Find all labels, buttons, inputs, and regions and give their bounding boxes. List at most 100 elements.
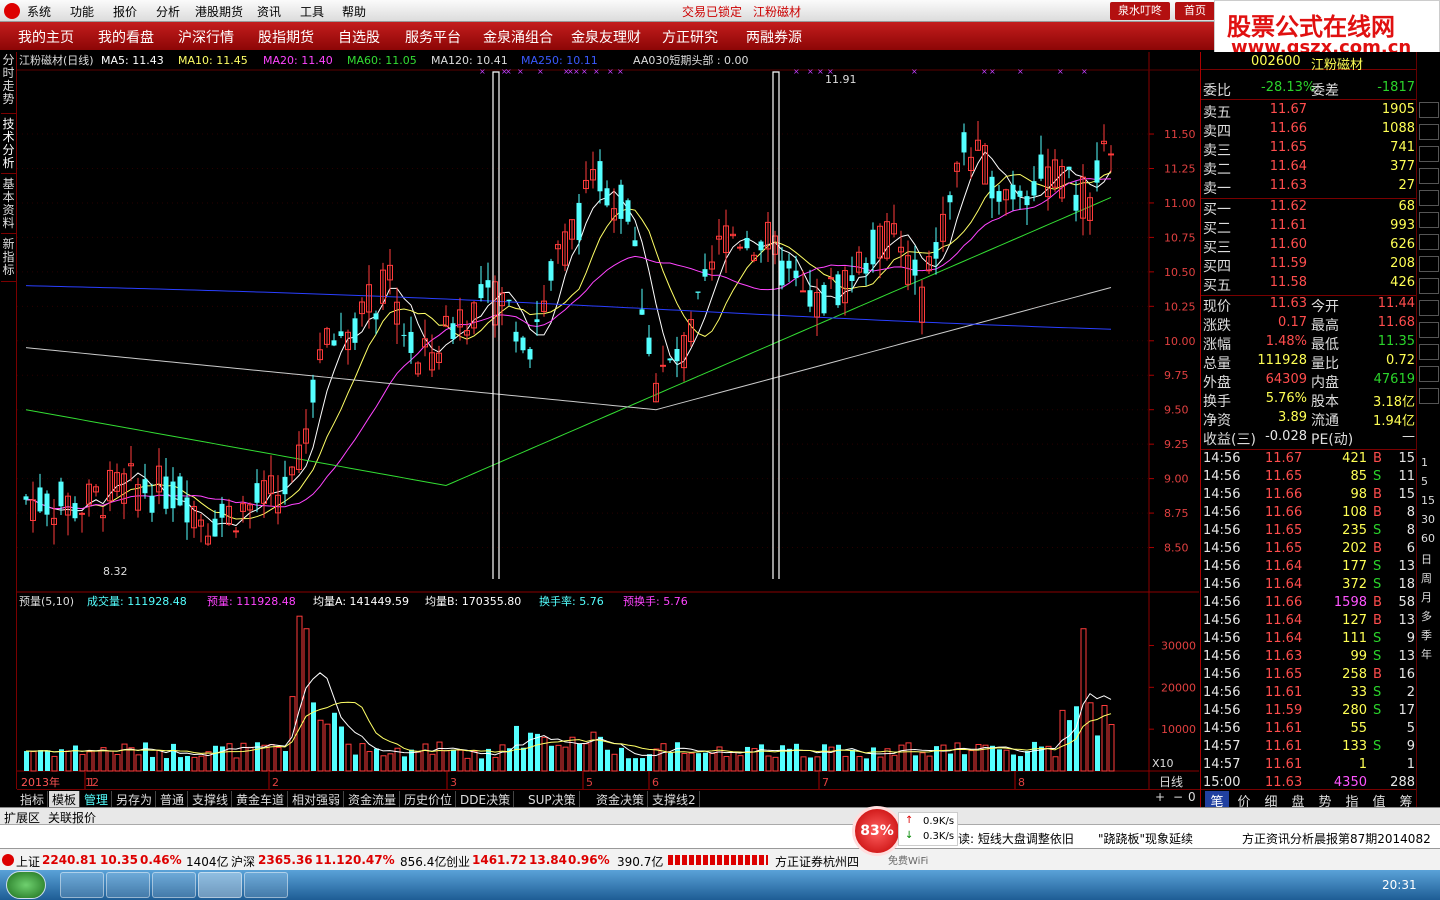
volume-bar [709, 753, 716, 772]
rsi-icon[interactable] [1419, 146, 1439, 162]
sell-row[interactable]: 卖一 11.63 27 [1201, 178, 1417, 197]
menu-tools[interactable]: 工具 [300, 3, 324, 20]
nav-margin[interactable]: 两融券源 [746, 27, 802, 47]
period-60[interactable]: 60 [1421, 532, 1435, 545]
system-clock[interactable]: 20:31 [1382, 878, 1417, 892]
network-speed-ball[interactable]: 83% [852, 806, 902, 856]
chart-icon[interactable] [1419, 322, 1439, 338]
line-icon[interactable] [1419, 388, 1439, 404]
news-item-3[interactable]: 方正资讯分析晨报第87期2014082 [1242, 830, 1431, 847]
buy-row[interactable]: 买四 11.59 208 [1201, 256, 1417, 275]
table-icon[interactable] [1419, 190, 1439, 206]
period-30[interactable]: 30 [1421, 513, 1435, 526]
zoom-icon[interactable] [1419, 102, 1439, 118]
zoom-minus-icon[interactable]: − [1173, 790, 1183, 804]
gear-icon[interactable] [1419, 234, 1439, 250]
wifi-label[interactable]: 免费WiFi [888, 852, 928, 867]
indicator-tab[interactable]: 普通 [157, 791, 189, 807]
calendar-icon[interactable] [1419, 124, 1439, 140]
period-多[interactable]: 多 [1421, 608, 1432, 624]
period-1[interactable]: 1 [1421, 456, 1428, 469]
indicator-tab[interactable]: 支撑线 [189, 791, 233, 807]
volume-bar [562, 746, 569, 772]
indicator-tab[interactable]: SUP决策 [525, 791, 580, 807]
menu-quote[interactable]: 报价 [113, 3, 137, 20]
candle-body [828, 277, 834, 280]
nav-watchlist[interactable]: 自选股 [338, 27, 380, 47]
volume-bar [877, 756, 884, 772]
indicator-tab[interactable]: DDE决策 [457, 791, 515, 807]
indicator-tab[interactable]: 资金决策 [593, 791, 649, 807]
sell-row[interactable]: 卖三 11.65 741 [1201, 140, 1417, 159]
app-taskbar-icon[interactable] [152, 872, 196, 898]
zoom-in-icon[interactable] [1419, 256, 1439, 272]
period-季[interactable]: 季 [1421, 627, 1432, 643]
tool-taskbar-icon[interactable] [244, 872, 288, 898]
sh-index-name[interactable]: 上证 [16, 853, 40, 870]
start-button-icon[interactable] [6, 871, 46, 899]
menu-hk-futures[interactable]: 港股期货 [195, 3, 243, 20]
period-日[interactable]: 日 [1421, 551, 1432, 567]
rsi-icon[interactable] [1419, 344, 1439, 360]
menu-help[interactable]: 帮助 [342, 3, 366, 20]
indicator-tab[interactable]: 管理 [81, 791, 113, 807]
period-周[interactable]: 周 [1421, 570, 1432, 586]
menu-analysis[interactable]: 分析 [156, 3, 180, 20]
buy-row[interactable]: 买三 11.60 626 [1201, 237, 1417, 256]
period-年[interactable]: 年 [1421, 646, 1432, 662]
hs-index-name[interactable]: 沪深 [231, 853, 255, 870]
nav-finance[interactable]: 金泉友理财 [571, 27, 641, 47]
cy-index-name[interactable]: 创业 [446, 853, 470, 870]
indicator-tab[interactable]: 黄金车道 [233, 791, 289, 807]
news-item-1[interactable]: 读: 短线大盘调整依旧 [958, 830, 1074, 847]
menu-system[interactable]: 系统 [27, 3, 51, 20]
buy-row[interactable]: 买五 11.58 426 [1201, 275, 1417, 294]
news-item-2[interactable]: "跷跷板"现象延续 [1098, 830, 1193, 847]
nav-research[interactable]: 方正研究 [662, 27, 718, 47]
list-icon[interactable] [1419, 212, 1439, 228]
browser-taskbar-icon[interactable] [106, 872, 150, 898]
zoom-out-icon[interactable] [1419, 278, 1439, 294]
menu-function[interactable]: 功能 [70, 3, 94, 20]
chart-grid [17, 52, 1199, 789]
buy-row[interactable]: 买一 11.62 68 [1201, 199, 1417, 218]
home-button[interactable]: 首页 [1175, 2, 1215, 20]
nav-my-home[interactable]: 我的主页 [18, 27, 74, 47]
explorer-taskbar-icon[interactable] [60, 872, 104, 898]
tick-count: 16 [1398, 667, 1415, 682]
nav-my-watch[interactable]: 我的看盘 [98, 27, 154, 47]
indicator-tab[interactable]: 指标 [17, 791, 49, 807]
period-月[interactable]: 月 [1421, 589, 1432, 605]
sell-row[interactable]: 卖二 11.64 377 [1201, 159, 1417, 178]
stock-app-taskbar-icon[interactable] [198, 872, 242, 898]
indicator-tab[interactable]: 另存为 [113, 791, 157, 807]
indicator-tab[interactable]: 资金流量 [345, 791, 401, 807]
nav-index-futures[interactable]: 股指期货 [258, 27, 314, 47]
quanshui-button[interactable]: 泉水叮咚 [1110, 2, 1170, 20]
buy-row[interactable]: 买二 11.61 993 [1201, 218, 1417, 237]
period-15[interactable]: 15 [1421, 494, 1435, 507]
nav-service[interactable]: 服务平台 [405, 27, 461, 47]
zoom-plus-icon[interactable]: + [1155, 790, 1165, 804]
indicator-tab[interactable]: 模板 [49, 791, 81, 807]
marker-icon[interactable] [1419, 168, 1439, 184]
indicator-tab[interactable]: 历史价位 [401, 791, 457, 807]
candle-body [72, 503, 78, 519]
sell-row[interactable]: 卖四 11.66 1088 [1201, 121, 1417, 140]
ma-icon[interactable] [1419, 300, 1439, 316]
tick-count: 5 [1406, 721, 1415, 736]
tab-intraday[interactable]: 分时走势 [1, 54, 16, 114]
nav-portfolio[interactable]: 金泉涌组合 [483, 27, 553, 47]
vol-cjl-label: 成交量: 111928.48 [87, 594, 187, 608]
kline-chart[interactable]: × × × ×× × × × × × × × × × × × × × × ××× 11.5011.2511.0010… [17, 52, 1199, 789]
indicator-tab[interactable]: 支撑线2 [649, 791, 700, 807]
indicator-tab[interactable]: 相对强弱 [289, 791, 345, 807]
period-5[interactable]: 5 [1421, 475, 1428, 488]
tab-fundamental[interactable]: 基本资料 [1, 178, 16, 234]
tab-technical[interactable]: 技术分析 [1, 118, 16, 174]
menu-news[interactable]: 资讯 [257, 3, 281, 20]
help-icon[interactable] [1419, 366, 1439, 382]
sell-row[interactable]: 卖五 11.67 1905 [1201, 102, 1417, 121]
tab-new-indicator[interactable]: 新指标 [1, 238, 16, 282]
nav-market[interactable]: 沪深行情 [178, 27, 234, 47]
